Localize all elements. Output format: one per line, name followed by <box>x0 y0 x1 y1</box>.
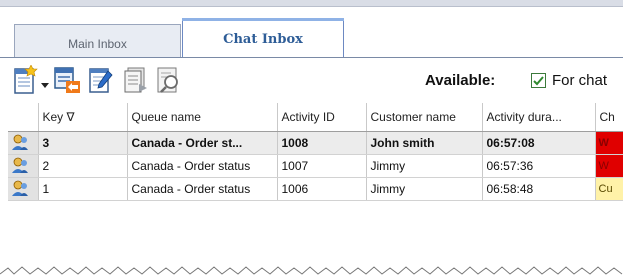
top-strip <box>0 0 623 7</box>
cell-activity-duration: 06:57:36 <box>482 154 596 178</box>
col-header-activity-id[interactable]: Activity ID <box>277 103 367 132</box>
search-document-icon[interactable] <box>154 64 184 96</box>
cell-key: 1 <box>38 177 128 201</box>
cell-customer-name: Jimmy <box>366 177 483 201</box>
tab-chat-inbox-label: Chat Inbox <box>223 32 303 47</box>
chat-inbox-window: Main Inbox Chat Inbox Available: For cha… <box>0 0 623 275</box>
cell-status: W <box>595 131 623 155</box>
cropped-text-edge <box>0 266 623 275</box>
status-badge: W <box>595 155 622 177</box>
tab-chat-inbox[interactable]: Chat Inbox <box>182 18 344 58</box>
status-badge: W <box>595 132 622 154</box>
cell-customer-name: Jimmy <box>366 154 483 178</box>
new-item-icon[interactable] <box>10 64 40 96</box>
table-row[interactable]: 3 Canada - Order st... 1008 John smith 0… <box>8 131 623 155</box>
col-header-ch[interactable]: Ch <box>595 103 623 132</box>
cell-activity-duration: 06:58:48 <box>482 177 596 201</box>
document-list-icon[interactable] <box>120 64 150 96</box>
edit-note-icon[interactable] <box>86 64 116 96</box>
tab-main-inbox-label: Main Inbox <box>68 37 127 51</box>
col-header-icon <box>8 103 39 132</box>
cell-key: 3 <box>38 131 128 155</box>
toolbar: Available: For chat <box>0 58 623 102</box>
customer-icon <box>8 154 39 178</box>
table-header-row: Key ∇ Queue name Activity ID Customer na… <box>8 103 623 132</box>
cell-status: Cu <box>595 177 623 201</box>
cell-activity-id: 1006 <box>277 177 367 201</box>
table-row[interactable]: 1 Canada - Order status 1006 Jimmy 06:58… <box>8 177 623 201</box>
chat-activity-table: Key ∇ Queue name Activity ID Customer na… <box>8 103 623 201</box>
cell-queue-name: Canada - Order status <box>127 177 278 201</box>
cell-queue-name: Canada - Order status <box>127 154 278 178</box>
dropdown-arrow-icon[interactable] <box>40 75 50 88</box>
col-header-activity-duration[interactable]: Activity dura... <box>482 103 596 132</box>
accept-chat-icon[interactable] <box>52 64 82 96</box>
status-badge: Cu <box>595 178 622 200</box>
cell-key: 2 <box>38 154 128 178</box>
tab-main-inbox[interactable]: Main Inbox <box>14 24 181 57</box>
cell-activity-id: 1008 <box>277 131 367 155</box>
col-header-queue-name[interactable]: Queue name <box>127 103 278 132</box>
col-header-key[interactable]: Key ∇ <box>38 103 128 132</box>
table-row[interactable]: 2 Canada - Order status 1007 Jimmy 06:57… <box>8 154 623 178</box>
customer-icon <box>8 131 39 155</box>
cell-queue-name: Canada - Order st... <box>127 131 278 155</box>
available-checkbox[interactable] <box>531 73 546 88</box>
cell-activity-id: 1007 <box>277 154 367 178</box>
cell-activity-duration: 06:57:08 <box>482 131 596 155</box>
customer-icon <box>8 177 39 201</box>
cell-status: W <box>595 154 623 178</box>
col-header-customer-name[interactable]: Customer name <box>366 103 483 132</box>
inbox-tabs: Main Inbox Chat Inbox <box>0 10 623 58</box>
available-for-chat-label: For chat <box>552 72 608 89</box>
cell-customer-name: John smith <box>366 131 483 155</box>
available-label: Available: <box>425 72 496 89</box>
